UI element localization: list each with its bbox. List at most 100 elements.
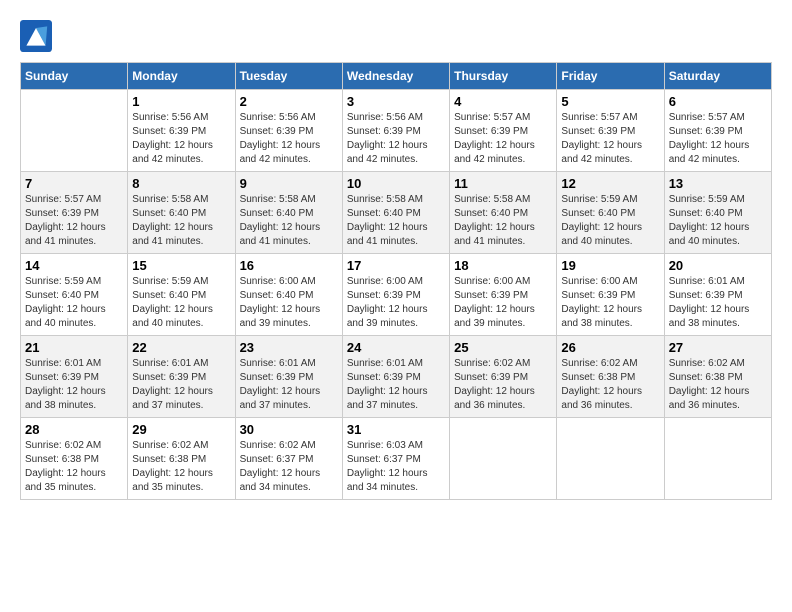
day-info: Sunrise: 5:59 AM Sunset: 6:40 PM Dayligh… [561,193,659,249]
day-number: 24 [347,340,445,355]
calendar-cell: 18 Sunrise: 6:00 AM Sunset: 6:39 PM Dayli… [450,254,557,336]
calendar-cell: 9 Sunrise: 5:58 AM Sunset: 6:40 PM Daylig… [235,172,342,254]
day-info: Sunrise: 6:02 AM Sunset: 6:37 PM Dayligh… [240,439,338,495]
calendar-cell: 2 Sunrise: 5:56 AM Sunset: 6:39 PM Daylig… [235,90,342,172]
day-info: Sunrise: 6:00 AM Sunset: 6:40 PM Dayligh… [240,275,338,331]
calendar-cell: 8 Sunrise: 5:58 AM Sunset: 6:40 PM Daylig… [128,172,235,254]
day-info: Sunrise: 5:59 AM Sunset: 6:40 PM Dayligh… [669,193,767,249]
day-info: Sunrise: 6:00 AM Sunset: 6:39 PM Dayligh… [347,275,445,331]
week-row-1: 1 Sunrise: 5:56 AM Sunset: 6:39 PM Daylig… [21,90,772,172]
calendar-cell [557,418,664,500]
calendar-table: SundayMondayTuesdayWednesdayThursdayFrid… [20,62,772,500]
day-number: 16 [240,258,338,273]
week-row-4: 21 Sunrise: 6:01 AM Sunset: 6:39 PM Dayli… [21,336,772,418]
day-info: Sunrise: 6:01 AM Sunset: 6:39 PM Dayligh… [132,357,230,413]
day-number: 21 [25,340,123,355]
day-number: 13 [669,176,767,191]
calendar-cell: 6Sunrise: 5:57 AM Sunset: 6:39 PM Daylig… [664,90,771,172]
calendar-cell: 19Sunrise: 6:00 AM Sunset: 6:39 PM Dayli… [557,254,664,336]
week-row-2: 7 Sunrise: 5:57 AM Sunset: 6:39 PM Daylig… [21,172,772,254]
week-row-5: 28Sunrise: 6:02 AM Sunset: 6:38 PM Dayli… [21,418,772,500]
day-number: 18 [454,258,552,273]
day-number: 17 [347,258,445,273]
day-number: 23 [240,340,338,355]
calendar-cell: 28Sunrise: 6:02 AM Sunset: 6:38 PM Dayli… [21,418,128,500]
calendar-cell [664,418,771,500]
day-info: Sunrise: 5:58 AM Sunset: 6:40 PM Dayligh… [132,193,230,249]
day-number: 11 [454,176,552,191]
calendar-cell: 12 Sunrise: 5:59 AM Sunset: 6:40 PM Dayli… [557,172,664,254]
day-number: 1 [132,94,230,109]
calendar-cell: 3Sunrise: 5:56 AM Sunset: 6:39 PM Daylig… [342,90,449,172]
calendar-cell: 21 Sunrise: 6:01 AM Sunset: 6:39 PM Dayli… [21,336,128,418]
calendar-cell [450,418,557,500]
day-info: Sunrise: 5:59 AM Sunset: 6:40 PM Dayligh… [25,275,123,331]
day-number: 30 [240,422,338,437]
day-info: Sunrise: 6:01 AM Sunset: 6:39 PM Dayligh… [240,357,338,413]
calendar-cell: 7 Sunrise: 5:57 AM Sunset: 6:39 PM Daylig… [21,172,128,254]
day-number: 14 [25,258,123,273]
calendar-cell: 24 Sunrise: 6:01 AM Sunset: 6:39 PM Dayli… [342,336,449,418]
day-number: 26 [561,340,659,355]
day-header-sunday: Sunday [21,63,128,90]
day-number: 2 [240,94,338,109]
calendar-cell: 4 Sunrise: 5:57 AM Sunset: 6:39 PM Daylig… [450,90,557,172]
calendar-cell: 14 Sunrise: 5:59 AM Sunset: 6:40 PM Dayli… [21,254,128,336]
calendar-cell: 26 Sunrise: 6:02 AM Sunset: 6:38 PM Dayli… [557,336,664,418]
day-info: Sunrise: 5:59 AM Sunset: 6:40 PM Dayligh… [132,275,230,331]
day-info: Sunrise: 6:02 AM Sunset: 6:39 PM Dayligh… [454,357,552,413]
day-number: 25 [454,340,552,355]
day-number: 4 [454,94,552,109]
day-header-wednesday: Wednesday [342,63,449,90]
day-number: 9 [240,176,338,191]
calendar-cell: 31Sunrise: 6:03 AM Sunset: 6:37 PM Dayli… [342,418,449,500]
day-info: Sunrise: 5:56 AM Sunset: 6:39 PM Dayligh… [347,111,445,167]
calendar-cell: 11 Sunrise: 5:58 AM Sunset: 6:40 PM Dayli… [450,172,557,254]
day-number: 12 [561,176,659,191]
logo-icon [20,20,52,52]
calendar-cell: 1 Sunrise: 5:56 AM Sunset: 6:39 PM Daylig… [128,90,235,172]
calendar-cell: 20Sunrise: 6:01 AM Sunset: 6:39 PM Dayli… [664,254,771,336]
day-info: Sunrise: 5:57 AM Sunset: 6:39 PM Dayligh… [454,111,552,167]
day-info: Sunrise: 6:00 AM Sunset: 6:39 PM Dayligh… [454,275,552,331]
calendar-cell: 30 Sunrise: 6:02 AM Sunset: 6:37 PM Dayli… [235,418,342,500]
day-info: Sunrise: 5:56 AM Sunset: 6:39 PM Dayligh… [240,111,338,167]
day-info: Sunrise: 6:02 AM Sunset: 6:38 PM Dayligh… [669,357,767,413]
calendar-cell [21,90,128,172]
calendar-cell: 16 Sunrise: 6:00 AM Sunset: 6:40 PM Dayli… [235,254,342,336]
calendar-cell: 15 Sunrise: 5:59 AM Sunset: 6:40 PM Dayli… [128,254,235,336]
calendar-cell: 27Sunrise: 6:02 AM Sunset: 6:38 PM Dayli… [664,336,771,418]
calendar-cell: 10 Sunrise: 5:58 AM Sunset: 6:40 PM Dayli… [342,172,449,254]
day-number: 6 [669,94,767,109]
day-number: 31 [347,422,445,437]
calendar-cell: 5Sunrise: 5:57 AM Sunset: 6:39 PM Daylig… [557,90,664,172]
day-header-friday: Friday [557,63,664,90]
day-info: Sunrise: 6:00 AM Sunset: 6:39 PM Dayligh… [561,275,659,331]
day-header-thursday: Thursday [450,63,557,90]
day-number: 10 [347,176,445,191]
day-header-row: SundayMondayTuesdayWednesdayThursdayFrid… [21,63,772,90]
calendar-cell: 25 Sunrise: 6:02 AM Sunset: 6:39 PM Dayli… [450,336,557,418]
logo [20,20,56,52]
day-number: 8 [132,176,230,191]
calendar-cell: 13 Sunrise: 5:59 AM Sunset: 6:40 PM Dayli… [664,172,771,254]
calendar-cell: 22 Sunrise: 6:01 AM Sunset: 6:39 PM Dayli… [128,336,235,418]
day-info: Sunrise: 6:01 AM Sunset: 6:39 PM Dayligh… [347,357,445,413]
week-row-3: 14 Sunrise: 5:59 AM Sunset: 6:40 PM Dayli… [21,254,772,336]
day-info: Sunrise: 5:58 AM Sunset: 6:40 PM Dayligh… [240,193,338,249]
day-info: Sunrise: 5:57 AM Sunset: 6:39 PM Dayligh… [25,193,123,249]
day-info: Sunrise: 5:58 AM Sunset: 6:40 PM Dayligh… [454,193,552,249]
day-number: 20 [669,258,767,273]
day-number: 22 [132,340,230,355]
calendar-cell: 23 Sunrise: 6:01 AM Sunset: 6:39 PM Dayli… [235,336,342,418]
day-number: 7 [25,176,123,191]
day-info: Sunrise: 6:02 AM Sunset: 6:38 PM Dayligh… [132,439,230,495]
day-info: Sunrise: 5:56 AM Sunset: 6:39 PM Dayligh… [132,111,230,167]
day-number: 15 [132,258,230,273]
calendar-cell: 17 Sunrise: 6:00 AM Sunset: 6:39 PM Dayli… [342,254,449,336]
day-info: Sunrise: 6:02 AM Sunset: 6:38 PM Dayligh… [561,357,659,413]
day-header-monday: Monday [128,63,235,90]
day-info: Sunrise: 5:58 AM Sunset: 6:40 PM Dayligh… [347,193,445,249]
day-info: Sunrise: 6:01 AM Sunset: 6:39 PM Dayligh… [25,357,123,413]
day-number: 5 [561,94,659,109]
